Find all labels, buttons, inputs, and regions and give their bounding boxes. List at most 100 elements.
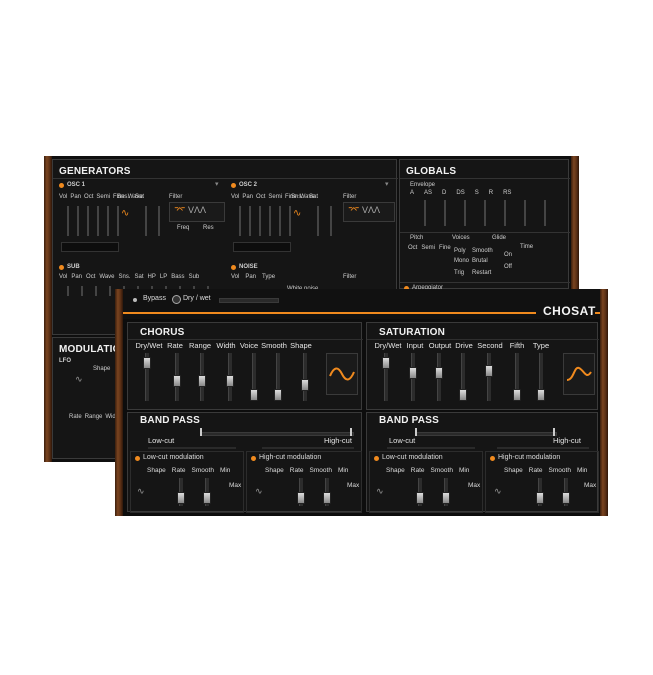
voice-mode-brutal[interactable]: Brutal [472,258,488,264]
voice-mode-smooth[interactable]: Smooth [472,248,493,254]
osc2-filter-label: Filter [343,194,357,200]
osc2-filter-display: ⌤ VΛΛ [343,202,395,222]
envelope-label: Envelope [410,182,436,188]
drywet-slider[interactable] [219,298,279,303]
sub-param-label: Wave [99,274,115,280]
lfo-shape-icon[interactable]: ∿ [494,486,502,497]
osc2-param-label: Vol [231,194,240,200]
sub-param-label: Sat [134,274,144,280]
brand-logo: CHOSAT [543,304,596,318]
lfo-title: LFO [59,358,71,364]
osc1-param-label: Semi [96,194,111,200]
bandpass-left-high-slider[interactable] [262,447,354,449]
env-param-label: RS [503,190,512,196]
mod-param-label: Rate [171,467,186,474]
sub-param-label: Pan [71,274,83,280]
mod-max-label: Max [468,482,481,489]
glide-off[interactable]: Off [504,264,512,270]
bandpass-right-title: BAND PASS [379,415,439,426]
lfo-shape-icon[interactable]: ∿ [255,486,263,497]
chorus-faders[interactable] [138,353,314,403]
envelope-faders[interactable] [412,200,562,226]
osc2-mode-buttons[interactable] [233,242,291,252]
mod-max-label: Max [347,482,360,489]
lfo-shape-label: Shape [93,366,111,372]
bandpass-right-low-label: Low-cut [389,436,416,445]
pitch-param-label: Semi [421,245,436,251]
sub-title: SUB [67,264,80,270]
mod-param-label: Smooth [430,467,453,474]
voice-mode-mono[interactable]: Mono [454,258,469,264]
osc2-panel: OSC 2 ▾ Vol Pan Oct Semi Fine Wave Sns. … [229,180,395,260]
lfo-param-label: Range [84,414,103,420]
low-cut-mod-panel: Low-cut modulation Shape Rate Smooth Min… [130,451,244,513]
mod-param-label: Min [576,467,588,474]
bandpass-left-low-label: Low-cut [148,436,175,445]
glide-label: Glide [492,235,507,241]
osc1-faders[interactable] [61,206,119,236]
glide-on[interactable]: On [504,252,512,258]
saturation-param-label: Type [532,341,550,350]
sub-param-label: Oct [86,274,96,280]
osc2-sat-faders[interactable] [309,206,335,236]
env-param-label: AS [424,190,433,196]
saturation-param-label: Input [406,341,424,350]
bandpass-right-low-slider[interactable] [387,447,475,449]
osc2-sat-label: Sat [309,194,319,200]
high-cut-mod-title: High-cut modulation [498,454,561,461]
sub-param-label: Sns. [118,274,131,280]
noise-panel: NOISE Vol Pan Type Filter White noise [229,262,394,292]
brand-accent-line [123,312,536,314]
chorus-shape-display [326,353,358,395]
drywet-knob-icon[interactable] [172,295,181,304]
sub-param-label: LP [159,274,168,280]
osc2-chevron-icon[interactable]: ▾ [385,180,389,188]
noise-param-label: Pan [245,274,257,280]
saturation-param-label: Drive [455,341,473,350]
bandpass-right-range-slider[interactable] [415,432,557,436]
osc2-faders[interactable] [233,206,291,236]
voices-label: Voices [452,235,470,241]
high-cut-mod-title: High-cut modulation [259,454,322,461]
mod-param-label: Min [458,467,470,474]
lfo-shape-icon[interactable]: ∿ [75,374,83,385]
osc1-sns-label: Sns. [117,194,130,200]
env-param-label: D [442,190,447,196]
pitch-param-label: Oct [408,245,418,251]
right-wood-panel [600,289,608,516]
bypass-toggle-icon[interactable] [133,298,137,302]
bandpass-left-low-slider[interactable] [148,447,236,449]
osc1-freq-label: Freq [177,225,190,231]
bandpass-right-low-handle[interactable] [415,428,417,436]
osc1-chevron-icon[interactable]: ▾ [215,180,219,188]
bandpass-right-high-slider[interactable] [497,447,589,449]
saturation-faders[interactable] [377,353,553,403]
mod-param-label: Smooth [309,467,332,474]
voice-mode-trig[interactable]: Trig [454,270,464,276]
lfo-shape-icon[interactable]: ∿ [376,486,384,497]
bandpass-right-high-handle[interactable] [553,428,555,436]
saturation-param-label: Second [477,341,503,350]
voice-mode-restart[interactable]: Restart [472,270,491,276]
lfo-shape-icon[interactable]: ∿ [137,486,145,497]
saturation-param-label: Fifth [509,341,525,350]
bandpass-left-high-handle[interactable] [350,428,352,436]
osc2-param-label: Oct [256,194,266,200]
left-wood-panel [115,289,123,516]
voice-mode-poly[interactable]: Poly [454,248,466,254]
noise-param-label: Type [262,274,276,280]
osc1-sat-faders[interactable] [137,206,163,236]
bandpass-left-low-handle[interactable] [200,428,202,436]
low-cut-mod-title: Low-cut modulation [143,454,204,461]
osc1-filter-label: Filter [169,194,183,200]
mod-param-label: Smooth [191,467,214,474]
osc1-wave-display: ∿ [121,208,130,219]
env-param-label: S [474,190,479,196]
chorus-param-label: Dry/Wet [135,341,163,350]
mod-param-label: Smooth [548,467,571,474]
left-wood-panel [44,156,52,462]
mod-param-label: Shape [386,467,405,474]
mod-param-label: Shape [504,467,523,474]
bypass-label[interactable]: Bypass [143,295,166,302]
osc1-mode-buttons[interactable] [61,242,119,252]
